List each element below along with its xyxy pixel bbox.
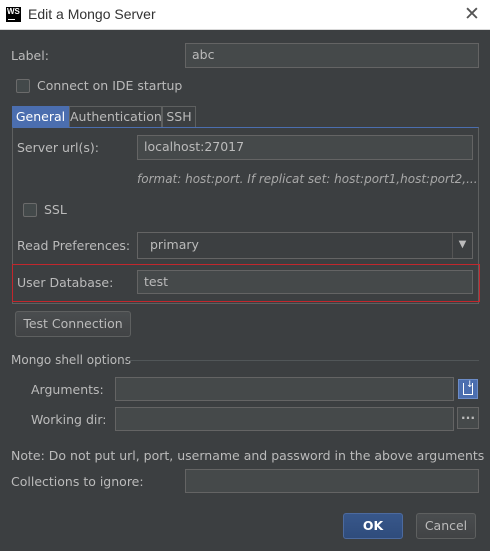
title-bar: WS Edit a Mongo Server ✕ — [0, 0, 490, 30]
label-input[interactable]: abc — [185, 43, 479, 68]
tab-ssh[interactable]: SSH — [162, 106, 196, 128]
ssl-label: SSL — [44, 202, 67, 217]
ssl-checkbox[interactable] — [23, 203, 37, 217]
chevron-down-icon[interactable]: ▼ — [452, 233, 472, 258]
arguments-caption: Arguments: — [31, 382, 104, 397]
mongo-shell-options-title: Mongo shell options — [11, 353, 131, 367]
webstorm-logo-icon: WS — [6, 7, 21, 22]
collections-input[interactable] — [185, 469, 479, 493]
logo-text: WS — [7, 7, 20, 16]
window-title: Edit a Mongo Server — [28, 6, 156, 22]
expand-arguments-icon[interactable]: ↓ — [458, 379, 478, 399]
server-url-caption: Server url(s): — [17, 140, 99, 155]
user-database-caption: User Database: — [17, 275, 114, 290]
user-database-input[interactable]: test — [137, 270, 473, 294]
read-preferences-caption: Read Preferences: — [17, 238, 131, 253]
tab-authentication[interactable]: Authentication — [69, 106, 162, 128]
collections-caption: Collections to ignore: — [11, 474, 144, 489]
arguments-input[interactable] — [115, 377, 454, 401]
connect-on-startup-label: Connect on IDE startup — [37, 78, 183, 93]
browse-working-dir-button[interactable]: ... — [457, 407, 479, 429]
note-text: Note: Do not put url, port, username and… — [11, 448, 485, 463]
test-connection-button[interactable]: Test Connection — [15, 311, 131, 337]
working-dir-input[interactable] — [115, 407, 454, 431]
working-dir-caption: Working dir: — [31, 412, 107, 427]
ok-button[interactable]: OK — [343, 513, 403, 539]
server-url-format-hint: format: host:port. If replicat set: host… — [137, 172, 478, 186]
section-divider — [128, 360, 479, 361]
read-preferences-select[interactable]: primary ▼ — [137, 232, 473, 259]
read-preferences-value: primary — [150, 237, 199, 252]
connect-on-startup-checkbox[interactable] — [16, 79, 30, 93]
close-icon[interactable]: ✕ — [462, 4, 482, 24]
label-caption: Label: — [11, 48, 49, 63]
tab-general[interactable]: General — [12, 106, 69, 128]
server-url-input[interactable]: localhost:27017 — [137, 135, 473, 160]
cancel-button[interactable]: Cancel — [416, 513, 476, 539]
